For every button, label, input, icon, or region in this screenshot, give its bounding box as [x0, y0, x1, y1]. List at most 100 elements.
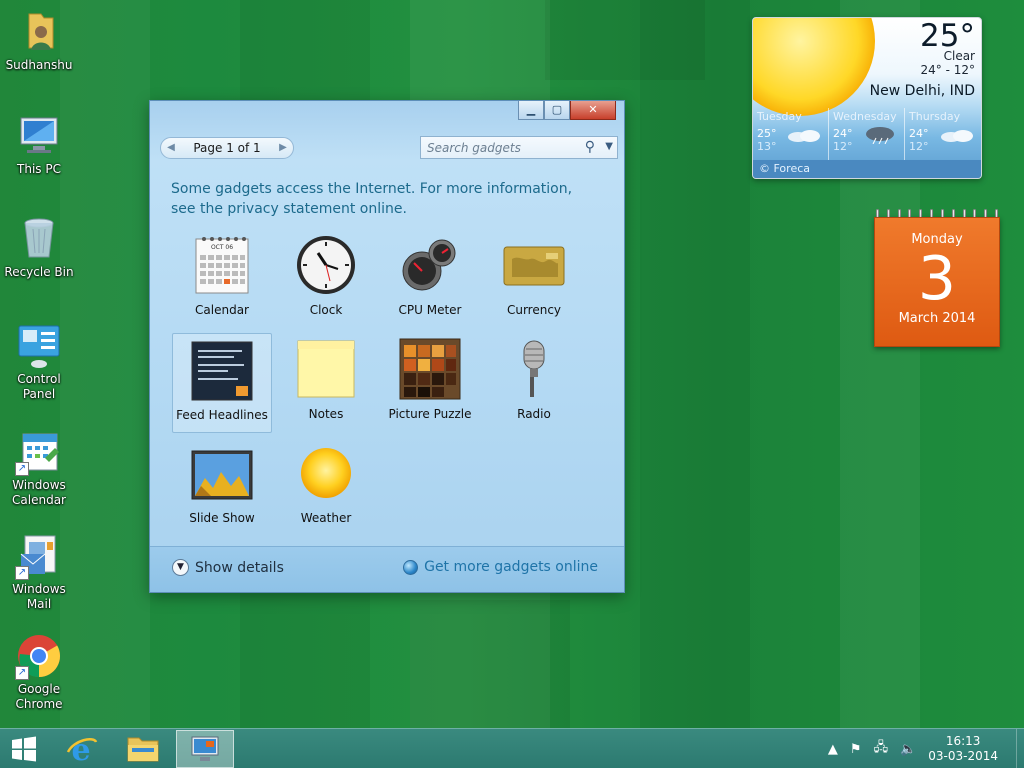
forecast-day: Tuesday 25° 13°	[753, 108, 829, 160]
gadget-label: Radio	[517, 407, 551, 421]
desktop-icon-label: This PC	[17, 162, 61, 176]
mail-icon: ↗	[15, 532, 63, 580]
forecast-day-name: Wednesday	[833, 110, 897, 123]
search-gadgets-input[interactable]: Search gadgets ⚲ ▼	[420, 136, 618, 159]
calendar-month-year: March 2014	[898, 311, 976, 326]
desktop-icon-google-chrome[interactable]: ↗ Google Chrome	[2, 632, 76, 712]
desktop-icon-this-pc[interactable]: This PC	[2, 112, 76, 177]
weather-condition: Clear	[943, 49, 975, 63]
taskbar-desktop-gadgets[interactable]	[176, 730, 234, 768]
show-hidden-icons-icon[interactable]: ▲	[828, 742, 838, 757]
page-navigator: ◀ Page 1 of 1 ▶	[160, 137, 294, 159]
search-icon[interactable]: ⚲	[585, 139, 595, 155]
weather-credit[interactable]: © Foreca	[753, 160, 981, 178]
desktop-icon-label: Google Chrome	[15, 682, 63, 711]
clock-date: 03-03-2014	[928, 749, 998, 763]
taskbar-clock[interactable]: 16:13 03-03-2014	[928, 734, 998, 764]
desktop-icon-windows-calendar[interactable]: ↗ Windows Calendar	[2, 428, 76, 508]
previous-page-button[interactable]: ◀	[161, 138, 181, 158]
gadgets-icon	[191, 736, 219, 761]
action-center-flag-icon[interactable]: ⚑	[850, 742, 862, 757]
gadget-weather[interactable]: Weather	[276, 437, 376, 537]
clock-time: 16:13	[945, 734, 981, 748]
show-details-button[interactable]: ▼ Show details	[172, 559, 284, 576]
desktop-icon-control-panel[interactable]: Control Panel	[2, 322, 76, 402]
forecast-day-name: Thursday	[909, 110, 961, 123]
picture-puzzle-gadget-icon	[398, 337, 462, 401]
close-button[interactable]: ✕	[570, 101, 616, 120]
taskbar: e ▲ ⚑ 🖧 🔈 16:13 03-03-2014	[0, 728, 1024, 768]
gadget-label: CPU Meter	[398, 303, 462, 317]
privacy-info-text[interactable]: Some gadgets access the Internet. For mo…	[171, 179, 601, 219]
shortcut-arrow-icon: ↗	[15, 666, 29, 680]
internet-explorer-icon: e	[66, 733, 98, 766]
forecast-day-name: Tuesday	[757, 110, 802, 123]
gadget-gallery-window: ▁ ▢ ✕ ◀ Page 1 of 1 ▶ Search gadgets ⚲ ▼…	[149, 100, 625, 593]
network-icon[interactable]: 🖧	[874, 738, 889, 760]
weather-gadget-icon	[294, 441, 358, 505]
recycle-bin-icon	[15, 215, 63, 263]
maximize-button[interactable]: ▢	[544, 101, 570, 120]
folder-icon	[127, 737, 159, 762]
sun-icon	[753, 18, 875, 116]
weather-forecast: Tuesday 25° 13° Wednesday 24° 12° Thursd…	[753, 108, 981, 160]
gadget-label: Weather	[300, 511, 352, 525]
chevron-down-icon: ▼	[172, 559, 189, 576]
taskbar-file-explorer[interactable]	[114, 730, 172, 768]
get-more-label: Get more gadgets online	[424, 559, 598, 575]
desktop-icon-sudhanshu[interactable]: Sudhanshu	[2, 8, 76, 73]
currency-gadget-icon	[502, 233, 566, 297]
minimize-button[interactable]: ▁	[518, 101, 544, 120]
forecast-day: Wednesday 24° 12°	[829, 108, 905, 160]
desktop-icon-recycle-bin[interactable]: Recycle Bin	[2, 215, 76, 280]
gadget-label: Calendar	[195, 303, 249, 317]
clock-gadget-icon	[294, 233, 358, 297]
page-label: Page 1 of 1	[193, 141, 261, 155]
desktop-icon-label: Recycle Bin	[4, 265, 74, 279]
calendar-gadget[interactable]: Monday 3 March 2014	[874, 209, 1000, 347]
thunderstorm-icon	[866, 127, 894, 144]
start-button[interactable]	[0, 730, 48, 768]
chevron-down-icon[interactable]: ▼	[605, 141, 613, 152]
gadget-notes[interactable]: Notes	[276, 333, 376, 433]
shortcut-arrow-icon: ↗	[15, 566, 29, 580]
gadget-currency[interactable]: Currency	[484, 229, 584, 329]
desktop-icon-label: Windows Calendar	[12, 478, 66, 507]
svg-text:OCT 06: OCT 06	[211, 244, 233, 251]
weather-city: New Delhi, IND	[869, 83, 975, 99]
svg-text:e: e	[71, 733, 90, 766]
gadget-picture-puzzle[interactable]: Picture Puzzle	[380, 333, 480, 433]
notes-gadget-icon	[294, 337, 358, 401]
desktop-icon-label: Control Panel	[17, 372, 61, 401]
volume-icon[interactable]: 🔈	[900, 742, 916, 757]
gadget-clock[interactable]: Clock	[276, 229, 376, 329]
desktop-icon-windows-mail[interactable]: ↗ Windows Mail	[2, 532, 76, 612]
taskbar-internet-explorer[interactable]: e	[52, 730, 110, 768]
desktop: Sudhanshu This PC Recycle Bin Control Pa…	[0, 0, 1024, 728]
calendar-page: Monday 3 March 2014	[874, 217, 1000, 347]
gallery-footer: ▼ Show details Get more gadgets online	[150, 546, 624, 592]
weather-gadget[interactable]: 25° Clear 24° - 12° New Delhi, IND Tuesd…	[752, 17, 982, 179]
cpu-meter-gadget-icon	[398, 233, 462, 297]
search-placeholder: Search gadgets	[427, 141, 521, 155]
gadget-feed-headlines[interactable]: Feed Headlines	[172, 333, 272, 433]
gadget-label: Currency	[506, 303, 562, 317]
show-details-label: Show details	[195, 559, 284, 576]
gadget-radio[interactable]: Radio	[484, 333, 584, 433]
gadget-label: Clock	[309, 303, 343, 317]
gadget-slide-show[interactable]: Slide Show	[172, 437, 272, 537]
gadget-label: Notes	[308, 407, 344, 421]
computer-icon	[15, 112, 63, 160]
globe-icon	[403, 559, 419, 575]
next-page-button[interactable]: ▶	[273, 138, 293, 158]
windows-logo-icon	[12, 736, 36, 762]
shortcut-arrow-icon: ↗	[15, 462, 29, 476]
get-more-gadgets-link[interactable]: Get more gadgets online	[403, 559, 598, 575]
show-desktop-button[interactable]	[1016, 729, 1024, 768]
calendar-day-number: 3	[917, 244, 957, 314]
gadget-calendar[interactable]: OCT 06 Calendar	[172, 229, 272, 329]
gadget-cpu-meter[interactable]: CPU Meter	[380, 229, 480, 329]
calendar-app-icon: ↗	[15, 428, 63, 476]
slide-show-gadget-icon	[190, 441, 254, 505]
forecast-day: Thursday 24° 12°	[905, 108, 981, 160]
